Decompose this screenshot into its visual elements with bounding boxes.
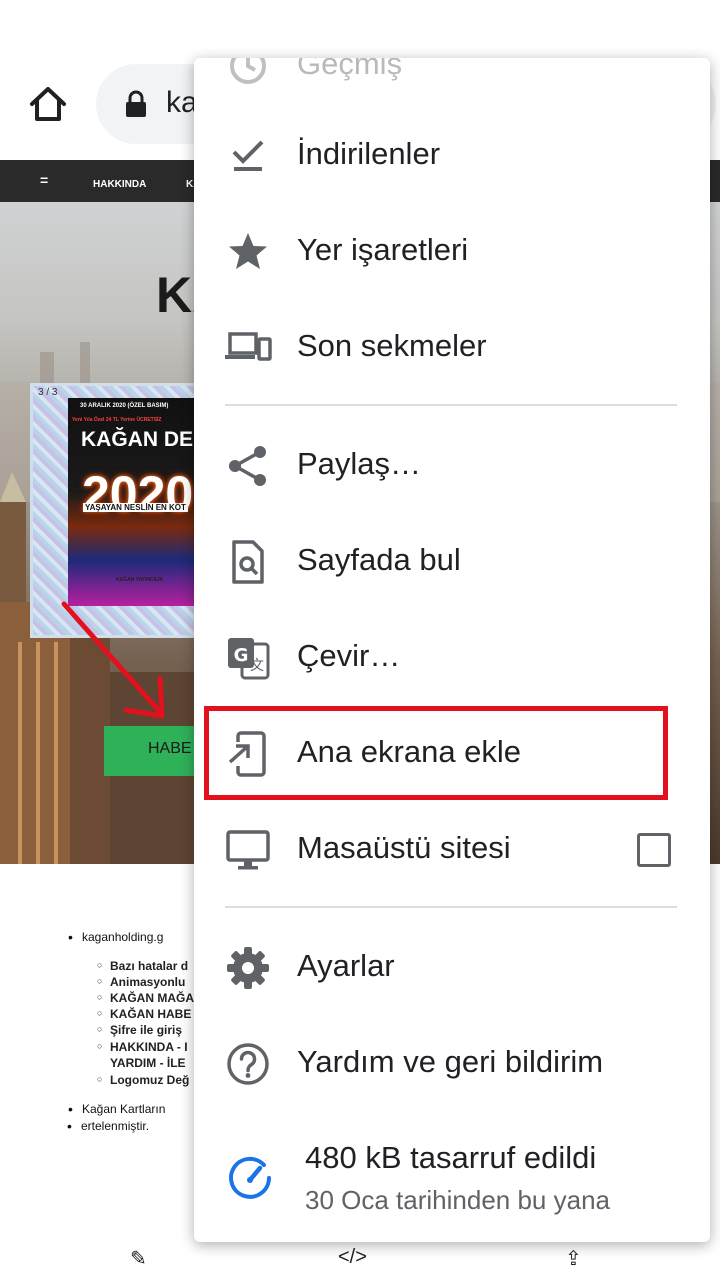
menu-item-label: Son sekmeler xyxy=(297,328,487,363)
cover-publisher: KAĞAN YAYINCILIK xyxy=(116,577,164,583)
translate-icon: G文 xyxy=(224,634,272,682)
slider-page-indicator: 3 / 3 xyxy=(38,387,58,398)
list-item: Animasyonlu xyxy=(97,975,185,989)
cover-date: 30 ARALIK 2020 (ÖZEL BASIM) xyxy=(80,403,169,409)
cover-brand: KAĞAN DER xyxy=(81,428,209,451)
menu-item-label: Masaüstü sitesi xyxy=(297,830,511,865)
list-item: Logomuz Değ xyxy=(97,1073,189,1087)
menu-item-bookmarks[interactable]: Yer işaretleri xyxy=(194,204,710,300)
svg-text:文: 文 xyxy=(250,658,264,674)
list-item[interactable]: kaganholding.g xyxy=(68,929,163,945)
code-icon[interactable]: </> xyxy=(338,1246,367,1269)
url-text[interactable]: ka xyxy=(166,86,198,120)
menu-divider xyxy=(225,404,677,406)
menu-item-recent-tabs[interactable]: Son sekmeler xyxy=(194,300,710,396)
news-button-label: HABE xyxy=(148,740,192,757)
menu-item-label: Sayfada bul xyxy=(297,542,461,577)
menu-item-desktop-site[interactable]: Masaüstü sitesi xyxy=(194,802,710,898)
list-item: HAKKINDA - I xyxy=(97,1040,187,1054)
highlight-box-annotation xyxy=(204,706,668,800)
settings-gear-icon xyxy=(224,944,272,992)
lock-icon xyxy=(124,90,148,118)
menu-item-label: Geçmiş xyxy=(297,58,403,81)
list-item: KAĞAN HABE xyxy=(97,1007,191,1021)
data-saver-subtitle: 30 Oca tarihinden bu yana xyxy=(305,1185,610,1215)
menu-item-share[interactable]: Paylaş… xyxy=(194,418,710,514)
desktop-icon xyxy=(224,826,272,874)
menu-item-label: Paylaş… xyxy=(297,446,422,481)
star-icon xyxy=(224,228,272,276)
find-in-page-icon xyxy=(224,538,272,586)
menu-item-translate[interactable]: G文 Çevir… xyxy=(194,610,710,706)
menu-item-downloads[interactable]: İndirilenler xyxy=(194,108,710,204)
edit-icon[interactable]: ✎ xyxy=(130,1246,147,1271)
list-item: Bazı hatalar d xyxy=(97,959,188,973)
menu-item-settings[interactable]: Ayarlar xyxy=(194,920,710,1016)
site-nav-menu-icon[interactable]: = xyxy=(40,172,48,188)
list-item: Şifre ile giriş xyxy=(97,1023,182,1037)
download-done-icon xyxy=(224,132,272,180)
share-upload-icon[interactable]: ⇪ xyxy=(565,1246,582,1271)
cover-tagline: YAŞAYAN NESLİN EN KÖT xyxy=(83,503,188,512)
home-icon[interactable] xyxy=(24,80,72,128)
menu-item-help-feedback[interactable]: Yardım ve geri bildirim xyxy=(194,1016,710,1112)
help-icon xyxy=(224,1040,272,1088)
cover-subtitle: Yeni Yıla Özel 24 TL Yerine ÜCRETSİZ xyxy=(72,417,162,423)
menu-item-label: İndirilenler xyxy=(297,136,441,171)
svg-text:G: G xyxy=(234,645,249,666)
list-item: Kağan Kartların xyxy=(68,1101,165,1117)
menu-item-label: Ayarlar xyxy=(297,948,395,983)
menu-item-label: Çevir… xyxy=(297,638,401,673)
history-icon xyxy=(224,58,272,90)
overflow-menu: Geçmiş İndirilenler Yer işaretleri Son s… xyxy=(194,58,710,1242)
menu-item-history[interactable]: Geçmiş xyxy=(194,58,710,114)
menu-item-find-in-page[interactable]: Sayfada bul xyxy=(194,514,710,610)
cover-year: 2020 xyxy=(82,466,194,522)
devices-icon xyxy=(224,324,272,372)
data-saver-title: 480 kB tasarruf edildi xyxy=(305,1140,597,1175)
menu-item-label: Yer işaretleri xyxy=(297,232,469,267)
speedometer-icon xyxy=(226,1154,274,1202)
list-item: KAĞAN MAĞA xyxy=(97,991,194,1005)
share-icon xyxy=(224,442,272,490)
menu-item-label: Yardım ve geri bildirim xyxy=(297,1044,604,1079)
list-item: YARDIM - İLE xyxy=(110,1056,186,1070)
site-nav-item-hakkinda[interactable]: HAKKINDA xyxy=(93,179,146,190)
desktop-site-checkbox[interactable] xyxy=(637,833,671,867)
menu-divider xyxy=(225,906,677,908)
list-item-continuation: ertelenmiştir. xyxy=(67,1118,149,1134)
